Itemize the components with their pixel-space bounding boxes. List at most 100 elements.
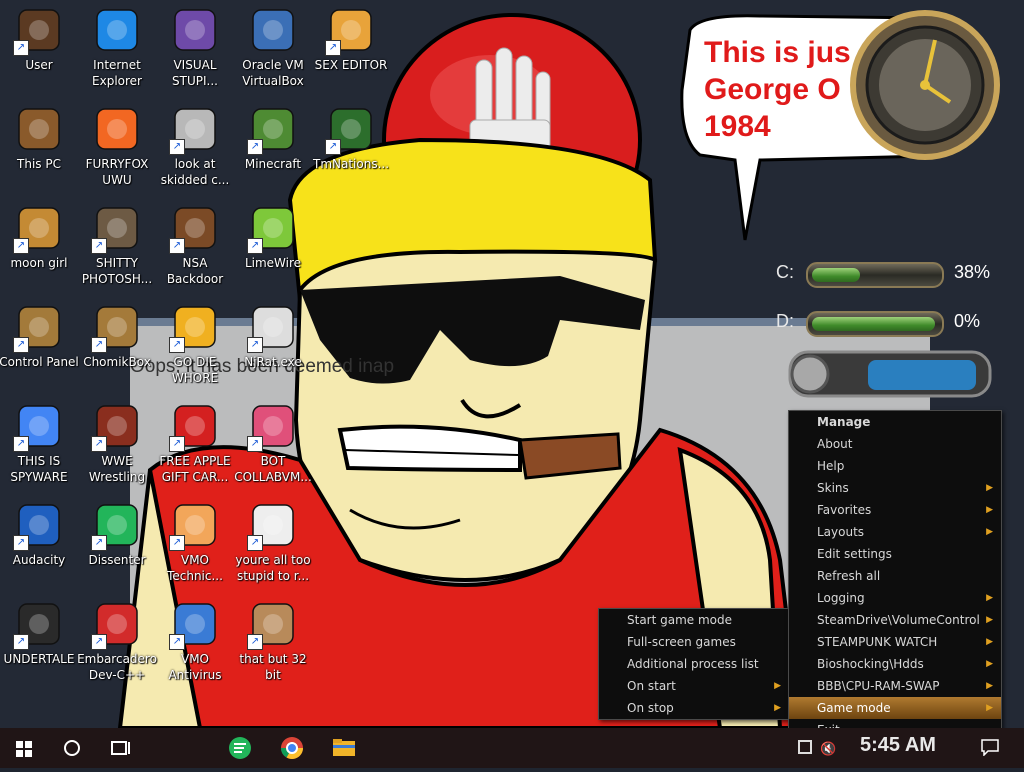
- desktop-icon-user[interactable]: ↗ User: [0, 2, 81, 73]
- desktop-icon-label: Embarcadero Dev-C++: [77, 652, 157, 682]
- desktop-icon-free-apple-gift-car[interactable]: ↗ FREE APPLE GIFT CAR...: [153, 398, 237, 485]
- desktop-icon-label: GO DIE WHORE: [171, 355, 219, 385]
- speech-bubble-text: This is jus George O 1984: [704, 36, 851, 143]
- desktop-icon-label: This PC: [17, 157, 61, 171]
- desktop-icon-furryfox-uwu[interactable]: FURRYFOX UWU: [75, 101, 159, 188]
- desktop-icon-internet-explorer[interactable]: Internet Explorer: [75, 2, 159, 89]
- desktop-icon-label: SEX EDITOR: [314, 58, 388, 72]
- desktop-icon-control-panel[interactable]: ↗ Control Panel: [0, 299, 81, 370]
- moon-girl-icon: ↗: [13, 204, 63, 254]
- menu-item-steamdrive-volumecontrol[interactable]: SteamDrive\VolumeControl ▶: [789, 609, 1001, 631]
- menu-item-help[interactable]: Help: [789, 455, 1001, 477]
- godie-icon: ↗: [169, 303, 219, 353]
- submenu-arrow-icon: ▶: [986, 505, 993, 515]
- shortcut-arrow-icon: ↗: [13, 535, 29, 551]
- menu-item-label: BBB\CPU-RAM-SWAP: [817, 679, 940, 693]
- desktop-icon-label: that but 32 bit: [239, 652, 307, 682]
- desktop-icon-moon-girl[interactable]: ↗ moon girl: [0, 200, 81, 271]
- menu-item-edit-settings[interactable]: Edit settings: [789, 543, 1001, 565]
- desktop-icon-label: FURRYFOX UWU: [85, 157, 149, 187]
- menu-item-steampunk-watch[interactable]: STEAMPUNK WATCH ▶: [789, 631, 1001, 653]
- drive-c-meter[interactable]: C: 38%: [740, 256, 1000, 290]
- desktop-icon-chomikbox[interactable]: ↗ ChomikBox: [75, 299, 159, 370]
- menu-item-full-screen-games[interactable]: Full-screen games: [599, 631, 789, 653]
- notification-button[interactable]: [980, 738, 1000, 757]
- desktop-icon-visual-stupi[interactable]: VISUAL STUPI...: [153, 2, 237, 89]
- menu-item-label: Favorites: [817, 503, 872, 517]
- desktop-icon-label: FREE APPLE GIFT CAR...: [159, 454, 231, 484]
- menu-item-game-mode[interactable]: Game mode ▶: [789, 697, 1001, 719]
- menu-item-exit[interactable]: Exit: [789, 719, 1001, 728]
- desktop-icon-youre-all-too-stupid-to-r[interactable]: ↗ youre all too stupid to r...: [231, 497, 315, 584]
- taskbar-dissenter[interactable]: [216, 728, 264, 768]
- desktop-icon-oracle-vm-virtualbox[interactable]: Oracle VM VirtualBox: [231, 2, 315, 89]
- menu-item-layouts[interactable]: Layouts ▶: [789, 521, 1001, 543]
- shortcut-arrow-icon: ↗: [247, 139, 263, 155]
- submenu-arrow-icon: ▶: [986, 615, 993, 625]
- notification-icon: [981, 739, 999, 757]
- desktop-icon-this-is-spyware[interactable]: ↗ THIS IS SPYWARE: [0, 398, 81, 485]
- start-button[interactable]: [0, 728, 48, 768]
- drive-d-percent: 0%: [954, 311, 981, 331]
- desktop: This is jus George O 1984 Oops, it has b…: [0, 0, 1024, 728]
- menu-item-about[interactable]: About: [789, 433, 1001, 455]
- shortcut-arrow-icon: ↗: [247, 238, 263, 254]
- task-view-button[interactable]: [96, 728, 144, 768]
- desktop-icon-go-die-whore[interactable]: ↗ GO DIE WHORE: [153, 299, 237, 386]
- menu-item-favorites[interactable]: Favorites ▶: [789, 499, 1001, 521]
- taskbar-clock[interactable]: 5:45 AM: [860, 734, 936, 757]
- shortcut-arrow-icon: ↗: [325, 40, 341, 56]
- desktop-icon-that-but-32-bit[interactable]: ↗ that but 32 bit: [231, 596, 315, 683]
- tray-icons[interactable]: 🔇: [776, 740, 846, 758]
- menu-item-label: On stop: [627, 701, 674, 715]
- desktop-icon-bot-collabvm[interactable]: ↗ BOT COLLABVM...: [231, 398, 315, 485]
- taskbar-file-explorer[interactable]: [320, 728, 368, 768]
- desktop-icon-this-pc[interactable]: This PC: [0, 101, 81, 172]
- menu-item-additional-process-list[interactable]: Additional process list: [599, 653, 789, 675]
- menu-item-start-game-mode[interactable]: Start game mode: [599, 609, 789, 631]
- menu-item-on-start[interactable]: On start ▶: [599, 675, 789, 697]
- desktop-icon-tmnations[interactable]: ↗ TmNations...: [309, 101, 393, 172]
- desktop-icon-shitty-photosh[interactable]: ↗ SHITTY PHOTOSH...: [75, 200, 159, 287]
- desktop-icon-look-at-skidded-c[interactable]: ↗ look at skidded c...: [153, 101, 237, 188]
- desktop-icon-dissenter[interactable]: ↗ Dissenter: [75, 497, 159, 568]
- desktop-icon-limewire[interactable]: ↗ LimeWire: [231, 200, 315, 271]
- control-panel-icon: ↗: [13, 303, 63, 353]
- search-button[interactable]: [48, 728, 96, 768]
- volume-muted-icon[interactable]: 🔇: [820, 742, 836, 757]
- desktop-icon-nsa-backdoor[interactable]: ↗ NSA Backdoor: [153, 200, 237, 287]
- visual-studio-icon: [171, 6, 219, 54]
- menu-item-label: Refresh all: [817, 569, 881, 583]
- submenu-arrow-icon: ▶: [986, 703, 993, 713]
- submenu-arrow-icon: ▶: [986, 659, 993, 669]
- menu-item-skins[interactable]: Skins ▶: [789, 477, 1001, 499]
- desktop-icon-sex-editor[interactable]: ↗ SEX EDITOR: [309, 2, 393, 73]
- menu-item-label: On start: [627, 679, 676, 693]
- desktop-icon-undertale[interactable]: ↗ UNDERTALE: [0, 596, 81, 667]
- drive-d-fill: [812, 317, 936, 331]
- desktop-icon-audacity[interactable]: ↗ Audacity: [0, 497, 81, 568]
- shortcut-arrow-icon: ↗: [91, 634, 107, 650]
- desktop-icon-wwe-wrestling[interactable]: ↗ WWE Wrestling: [75, 398, 159, 485]
- search-circle-icon: [64, 740, 80, 756]
- shield-icon: ↗: [169, 600, 219, 650]
- shortcut-arrow-icon: ↗: [13, 634, 29, 650]
- desktop-icon-label: VMO Technic...: [167, 553, 223, 583]
- audacity-icon: ↗: [13, 501, 63, 551]
- menu-item-bioshocking-hdds[interactable]: Bioshocking\Hdds ▶: [789, 653, 1001, 675]
- desktop-icon-njrat-exe[interactable]: ↗ NjRat.exe: [231, 299, 315, 370]
- trackmania-icon: ↗: [325, 105, 375, 155]
- menu-item-refresh-all[interactable]: Refresh all: [789, 565, 1001, 587]
- menu-item-manage[interactable]: Manage: [789, 411, 1001, 433]
- menu-item-bbb-cpu-ram-swap[interactable]: BBB\CPU-RAM-SWAP ▶: [789, 675, 1001, 697]
- network-icon[interactable]: [798, 740, 812, 754]
- shortcut-arrow-icon: ↗: [91, 436, 107, 452]
- menu-item-logging[interactable]: Logging ▶: [789, 587, 1001, 609]
- drive-d-meter[interactable]: D: 0%: [740, 305, 1000, 339]
- desktop-icon-minecraft[interactable]: ↗ Minecraft: [231, 101, 315, 172]
- taskbar-chrome[interactable]: [268, 728, 316, 768]
- desktop-icon-vmo-technic[interactable]: ↗ VMO Technic...: [153, 497, 237, 584]
- desktop-icon-vmo-antivirus[interactable]: ↗ VMO Antivirus: [153, 596, 237, 683]
- desktop-icon-embarcadero-dev-c[interactable]: ↗ Embarcadero Dev-C++: [75, 596, 159, 683]
- menu-item-on-stop[interactable]: On stop ▶: [599, 697, 789, 719]
